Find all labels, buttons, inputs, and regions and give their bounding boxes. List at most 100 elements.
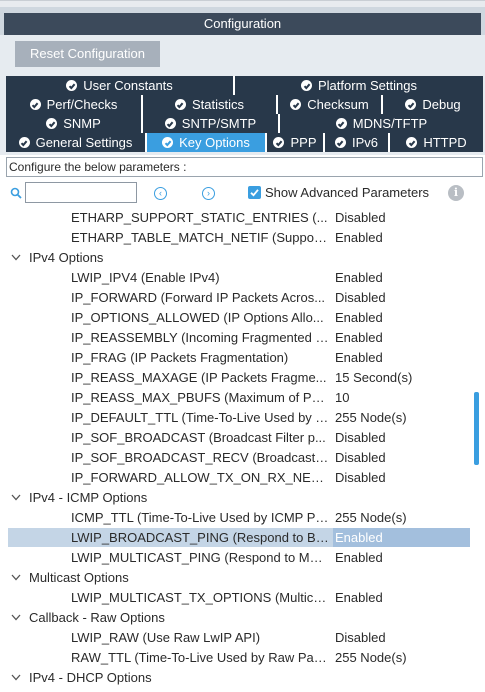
- parameter-value[interactable]: Enabled: [335, 330, 383, 345]
- parameters-caption: Configure the below parameters :: [6, 157, 483, 177]
- tab-label: SNTP/SMTP: [181, 116, 257, 131]
- show-advanced-checkbox[interactable]: [248, 186, 261, 199]
- title-bar: Configuration: [0, 7, 485, 35]
- tab-key-options[interactable]: Key Options: [147, 133, 267, 152]
- parameter-name: IP_OPTIONS_ALLOWED (IP Options Allo...: [71, 310, 324, 325]
- tab-checksum[interactable]: Checksum: [278, 95, 383, 114]
- parameter-row[interactable]: ETHARP_TABLE_MATCH_NETIF (Support... Enab…: [0, 228, 472, 248]
- tab-mdns-tftp[interactable]: MDNS/TFTP: [280, 114, 483, 133]
- parameter-value[interactable]: Disabled: [335, 430, 386, 445]
- parameter-row[interactable]: LWIP_MULTICAST_TX_OPTIONS (Multica... Ena…: [0, 588, 472, 608]
- check-circle-icon: [335, 118, 347, 129]
- tab-label: Checksum: [307, 97, 369, 112]
- tab-perf-checks[interactable]: Perf/Checks: [6, 95, 143, 114]
- parameter-row[interactable]: LWIP_BROADCAST_PING (Respond to Br... Ena…: [0, 528, 472, 548]
- panel-title: Configuration: [4, 13, 481, 35]
- tab-httpd[interactable]: HTTPD: [390, 133, 483, 152]
- tab-label: General Settings: [35, 135, 133, 150]
- parameter-value[interactable]: Disabled: [335, 450, 386, 465]
- next-match-button[interactable]: ›: [202, 187, 215, 200]
- check-circle-icon: [334, 137, 346, 148]
- parameter-row[interactable]: LWIP_RAW (Use Raw LwIP API) Disabled: [0, 628, 472, 648]
- parameter-value[interactable]: Enabled: [335, 530, 383, 545]
- reset-configuration-button[interactable]: Reset Configuration: [15, 41, 160, 67]
- parameter-row[interactable]: IP_REASSEMBLY (Incoming Fragmented I... E…: [0, 328, 472, 348]
- tab-general-settings[interactable]: General Settings: [6, 133, 147, 152]
- parameter-name: ETHARP_TABLE_MATCH_NETIF (Support...: [71, 230, 329, 245]
- parameter-name: IP_SOF_BROADCAST (Broadcast Filter p...: [71, 430, 326, 445]
- group-label: Multicast Options: [29, 570, 129, 585]
- tab-row-1: User Constants Platform Settings: [6, 76, 483, 95]
- chevron-down-icon[interactable]: [11, 614, 21, 621]
- tab-label: SNMP: [63, 116, 101, 131]
- tree-group-row[interactable]: IPv4 - DHCP Options: [0, 668, 472, 688]
- scrollbar-thumb[interactable]: [474, 392, 479, 465]
- parameter-value[interactable]: Disabled: [335, 290, 386, 305]
- parameter-value[interactable]: 15 Second(s): [335, 370, 412, 385]
- parameter-row[interactable]: ICMP_TTL (Time-To-Live Used by ICMP Pa..…: [0, 508, 472, 528]
- check-circle-icon: [162, 137, 174, 148]
- tree-group-row[interactable]: IPv4 Options: [0, 248, 472, 268]
- parameter-row[interactable]: IP_REASS_MAX_PBUFS (Maximum of Pb... 10: [0, 388, 472, 408]
- check-circle-icon: [405, 99, 417, 110]
- check-circle-icon: [273, 137, 285, 148]
- parameter-row[interactable]: RAW_TTL (Time-To-Live Used by Raw Pac...…: [0, 648, 472, 668]
- parameter-name: LWIP_RAW (Use Raw LwIP API): [71, 630, 261, 645]
- info-icon[interactable]: i: [448, 185, 464, 201]
- parameter-row[interactable]: IP_FRAG (IP Packets Fragmentation) Enable…: [0, 348, 472, 368]
- tab-sntp-smtp[interactable]: SNTP/SMTP: [143, 114, 280, 133]
- tab-row-3: SNMP SNTP/SMTP MDNS/TFTP: [6, 114, 483, 133]
- tab-ppp[interactable]: PPP: [267, 133, 325, 152]
- parameter-value[interactable]: Disabled: [335, 630, 386, 645]
- chevron-down-icon[interactable]: [11, 494, 21, 501]
- tab-statistics[interactable]: Statistics: [143, 95, 278, 114]
- parameter-row[interactable]: ETHARP_SUPPORT_STATIC_ENTRIES (... Disabl…: [0, 208, 472, 228]
- parameter-tree: ETHARP_SUPPORT_STATIC_ENTRIES (... Disabl…: [0, 208, 485, 692]
- parameter-value[interactable]: 255 Node(s): [335, 410, 407, 425]
- tab-label: Key Options: [179, 135, 250, 150]
- previous-match-button[interactable]: ‹: [154, 187, 167, 200]
- parameter-row[interactable]: IP_REASS_MAXAGE (IP Packets Fragme... 15 …: [0, 368, 472, 388]
- parameter-name: IP_REASS_MAXAGE (IP Packets Fragme...: [71, 370, 327, 385]
- parameter-value[interactable]: 10: [335, 390, 349, 405]
- search-icon[interactable]: [10, 187, 22, 199]
- chevron-down-icon[interactable]: [11, 574, 21, 581]
- parameter-row[interactable]: LWIP_MULTICAST_PING (Respond to Mul... En…: [0, 548, 472, 568]
- tab-ipv6[interactable]: IPv6: [325, 133, 390, 152]
- parameter-value[interactable]: Enabled: [335, 270, 383, 285]
- parameter-value[interactable]: Enabled: [335, 550, 383, 565]
- parameter-row[interactable]: IP_SOF_BROADCAST_RECV (Broadcast ... Disa…: [0, 448, 472, 468]
- tree-group-row[interactable]: IPv4 - ICMP Options: [0, 488, 472, 508]
- parameter-name: IP_REASSEMBLY (Incoming Fragmented I...: [71, 330, 329, 345]
- parameter-name: ICMP_TTL (Time-To-Live Used by ICMP Pa..…: [71, 510, 329, 525]
- tree-group-row[interactable]: Multicast Options: [0, 568, 472, 588]
- group-label: Callback - Raw Options: [29, 610, 165, 625]
- parameter-value[interactable]: 255 Node(s): [335, 510, 407, 525]
- parameter-row[interactable]: LWIP_IPV4 (Enable IPv4) Enabled: [0, 268, 472, 288]
- tab-platform-settings[interactable]: Platform Settings: [235, 76, 483, 95]
- parameter-row[interactable]: IP_FORWARD_ALLOW_TX_ON_RX_NETI... Disable…: [0, 468, 472, 488]
- check-circle-icon: [66, 80, 78, 91]
- parameter-name: LWIP_IPV4 (Enable IPv4): [71, 270, 220, 285]
- search-input[interactable]: [25, 182, 137, 203]
- parameter-row[interactable]: IP_OPTIONS_ALLOWED (IP Options Allo... En…: [0, 308, 472, 328]
- chevron-down-icon[interactable]: [11, 674, 21, 681]
- tree-group-row[interactable]: Callback - Raw Options: [0, 608, 472, 628]
- parameter-value[interactable]: Enabled: [335, 350, 383, 365]
- parameter-row[interactable]: IP_FORWARD (Forward IP Packets Acros... D…: [0, 288, 472, 308]
- parameter-value[interactable]: Disabled: [335, 210, 386, 225]
- parameter-row[interactable]: IP_SOF_BROADCAST (Broadcast Filter p... D…: [0, 428, 472, 448]
- tab-debug[interactable]: Debug: [383, 95, 483, 114]
- parameter-value[interactable]: 255 Node(s): [335, 650, 407, 665]
- tab-snmp[interactable]: SNMP: [6, 114, 143, 133]
- parameter-row[interactable]: IP_DEFAULT_TTL (Time-To-Live Used by T..…: [0, 408, 472, 428]
- parameter-value[interactable]: Enabled: [335, 230, 383, 245]
- check-circle-icon: [164, 118, 176, 129]
- tab-user-constants[interactable]: User Constants: [6, 76, 235, 95]
- chevron-down-icon[interactable]: [11, 254, 21, 261]
- check-circle-icon: [18, 137, 30, 148]
- parameter-value[interactable]: Disabled: [335, 470, 386, 485]
- group-label: IPv4 Options: [29, 250, 104, 265]
- parameter-value[interactable]: Enabled: [335, 590, 383, 605]
- parameter-value[interactable]: Enabled: [335, 310, 383, 325]
